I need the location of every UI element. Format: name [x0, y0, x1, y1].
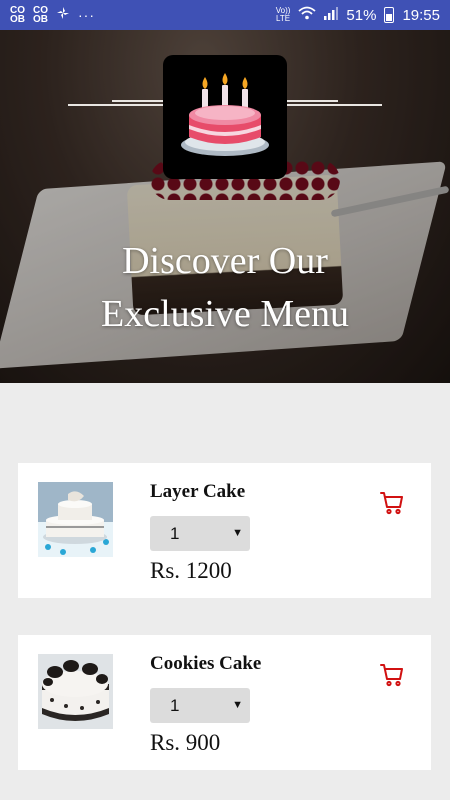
more-notifications: ···	[78, 7, 95, 23]
quantity-select[interactable]: 1 ▼	[150, 516, 250, 551]
product-price: Rs. 1200	[150, 558, 232, 583]
dropdown-arrow-icon: ▼	[232, 699, 243, 711]
product-card: Layer Cake 1 ▼ Rs. 1200	[18, 463, 431, 598]
product-card: Cookies Cake 1 ▼ Rs. 900	[18, 635, 431, 770]
clock: 19:55	[402, 6, 440, 24]
hero-title-line-2: Exclusive Menu	[100, 293, 349, 335]
birthday-cake-icon	[179, 69, 271, 166]
decorative-line	[68, 104, 163, 106]
cart-icon[interactable]	[380, 663, 404, 687]
hero-title: Discover Our Exclusive Menu	[0, 235, 450, 341]
product-price: Rs. 900	[150, 730, 221, 755]
hero-title-line-1: Discover Our	[122, 240, 328, 282]
status-right: Vo)) LTE 51% 19:55	[276, 6, 440, 24]
app-logo	[163, 55, 287, 179]
product-name: Cookies Cake	[150, 653, 262, 674]
decorative-line	[287, 104, 382, 106]
signal-icon	[324, 6, 339, 24]
layer-cake-photo[interactable]	[38, 482, 113, 557]
decorative-line	[287, 100, 338, 102]
quantity-value: 1	[170, 695, 180, 715]
quantity-select[interactable]: 1 ▼	[150, 688, 250, 723]
product-name: Layer Cake	[150, 481, 246, 502]
hero-banner: Discover Our Exclusive Menu	[0, 30, 450, 383]
dropdown-arrow-icon: ▼	[232, 527, 243, 539]
notification-icon: CO OB	[10, 5, 25, 25]
battery-percent: 51%	[346, 6, 377, 24]
fan-icon	[56, 6, 70, 24]
status-bar: CO OB CO OB ··· Vo)) LTE 51% 19:55	[0, 0, 450, 30]
notification-icon: CO OB	[33, 5, 48, 25]
quantity-value: 1	[170, 523, 180, 543]
wifi-icon	[298, 6, 317, 24]
decorative-line	[112, 100, 163, 102]
status-left: CO OB CO OB ···	[10, 5, 95, 25]
volte-indicator: Vo)) LTE	[275, 6, 291, 23]
battery-icon	[384, 7, 395, 23]
cookies-cake-photo[interactable]	[38, 654, 113, 729]
cart-icon[interactable]	[380, 491, 404, 515]
